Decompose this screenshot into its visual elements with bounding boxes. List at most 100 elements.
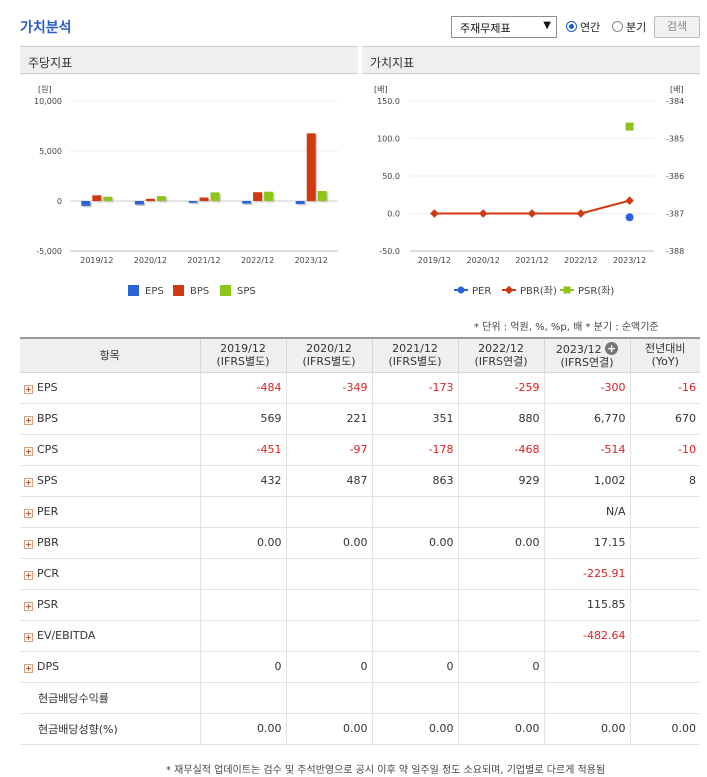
statement-type-value: 주재무제표 (460, 22, 511, 35)
value-chart: [배] [배] 150.0 100.0 50.0 0.0 -50.0 -384 -385 -386… (374, 85, 684, 297)
table-cell: 569 (199, 402, 287, 435)
row-label-cell[interactable]: + PER (20, 495, 201, 528)
row-label-cell[interactable]: + EV/EBITDA (20, 619, 201, 652)
row-label: EV/EBITDA (37, 629, 96, 642)
point-pbr (576, 209, 586, 218)
table-cell (629, 495, 700, 528)
footnote: * 재무실적 업데이트는 검수 및 주석반영으로 공시 이후 약 일주일 정도 … (166, 765, 606, 776)
x-tick-label: 2023/12 (295, 256, 328, 265)
row-label-cell: 현금배당성향(%) (20, 712, 201, 745)
header-col: 2019/12 (IFRS별도) (199, 337, 287, 373)
row-label-cell[interactable]: + DPS (20, 650, 201, 683)
table-cell: 0.00 (285, 712, 373, 745)
point-psr (625, 122, 634, 131)
table-row: + PER N/A (20, 495, 700, 528)
table-row: + PBR 0.00 0.00 0.00 0.00 17.15 (20, 526, 700, 559)
row-label: PSR (37, 598, 59, 611)
table-cell: 0.00 (629, 712, 700, 745)
bar-bps (92, 195, 102, 201)
table-cell (543, 650, 631, 683)
table-cell (199, 495, 287, 528)
table-cell: 0.00 (371, 526, 459, 559)
legend-label: PSR(좌) (578, 285, 614, 297)
table-cell (543, 681, 631, 714)
table-row: + CPS -451 -97 -178 -468 -514 -10 (20, 433, 700, 466)
table-cell: 0 (199, 650, 287, 683)
row-label-cell[interactable]: + EPS (20, 371, 201, 404)
expand-plus-icon[interactable]: + (24, 633, 33, 642)
table-cell: -259 (457, 371, 545, 404)
row-label-cell[interactable]: + PBR (20, 526, 201, 559)
y-tick-label-right: -386 (666, 172, 684, 181)
y-tick-label-right: -384 (666, 97, 684, 106)
table-cell: 221 (285, 402, 373, 435)
expand-plus-icon[interactable]: + (24, 602, 33, 611)
table-row: + PCR -225.91 (20, 557, 700, 590)
header-col: 2022/12 (IFRS연결) (457, 337, 545, 373)
value-panel: 가치지표 [배] [배] 150.0 100.0 50.0 0.0 -50.0 -384 -38… (362, 46, 700, 304)
row-label-cell[interactable]: + SPS (20, 464, 201, 497)
expand-plus-icon[interactable]: + (24, 664, 33, 673)
header-col: 2023/12 + (IFRS연결) (543, 337, 631, 373)
legend-marker (504, 285, 514, 295)
table-cell: 0 (285, 650, 373, 683)
table-cell: 8 (629, 464, 700, 497)
table-cell (629, 681, 700, 714)
table-cell (371, 588, 459, 621)
table-cell: -178 (371, 433, 459, 466)
header-col: 2020/12 (IFRS별도) (285, 337, 373, 373)
table-row: + DPS 0 0 0 0 (20, 650, 700, 683)
table-row: + PSR 115.85 (20, 588, 700, 621)
table-cell (285, 557, 373, 590)
expand-plus-icon[interactable]: + (24, 478, 33, 487)
expand-plus-icon[interactable]: + (24, 416, 33, 425)
expand-plus-icon[interactable]: + (24, 540, 33, 549)
row-label-cell[interactable]: + CPS (20, 433, 201, 466)
table-cell: 351 (371, 402, 459, 435)
page-title: 가치분석 (20, 20, 72, 36)
table-cell: 0 (457, 650, 545, 683)
row-label-cell[interactable]: + BPS (20, 402, 201, 435)
search-button[interactable]: 검색 (654, 16, 700, 38)
header-col-yoy: 전년대비 (YoY) (629, 337, 700, 373)
add-column-icon[interactable]: + (605, 341, 619, 355)
table-row: + EV/EBITDA -482.64 (20, 619, 700, 652)
table-cell: -451 (199, 433, 287, 466)
table-cell: -514 (543, 433, 631, 466)
y-tick-label: -5,000 (36, 247, 62, 256)
table-cell (199, 619, 287, 652)
table-cell: -97 (285, 433, 373, 466)
expand-plus-icon[interactable]: + (24, 385, 33, 394)
units-note: * 단위 : 억원, %, %p, 배 * 분기 : 순액기준 (474, 322, 659, 333)
table-cell: -484 (199, 371, 287, 404)
table-cell: 17.15 (543, 526, 631, 559)
row-label: BPS (37, 412, 59, 425)
table-row: 현금배당성향(%) 0.00 0.00 0.00 0.00 0.00 0.00 (20, 712, 700, 745)
bar-eps (134, 201, 144, 205)
radio-annual[interactable]: 연간 (566, 19, 600, 35)
table-cell: 115.85 (543, 588, 631, 621)
legend-marker (563, 286, 571, 294)
row-label: CPS (37, 443, 59, 456)
table-cell (371, 557, 459, 590)
statement-type-select[interactable]: 주재무제표 ▼ (451, 16, 557, 38)
table-cell: 1,002 (543, 464, 631, 497)
expand-plus-icon[interactable]: + (24, 509, 33, 518)
radio-quarter-label: 분기 (626, 21, 647, 34)
y-tick-label-left: 100.0 (377, 135, 400, 144)
row-label: SPS (37, 474, 58, 487)
table-cell (457, 495, 545, 528)
row-label-cell[interactable]: + PSR (20, 588, 201, 621)
legend-label: EPS (145, 286, 164, 297)
expand-plus-icon[interactable]: + (24, 447, 33, 456)
table-cell: -10 (629, 433, 700, 466)
expand-plus-icon[interactable]: + (24, 571, 33, 580)
x-tick-label: 2019/12 (418, 256, 451, 265)
radio-quarter[interactable]: 분기 (612, 19, 646, 35)
row-label-cell[interactable]: + PCR (20, 557, 201, 590)
bar-bps (199, 197, 209, 201)
row-label: EPS (37, 381, 58, 394)
row-label-cell: 현금배당수익률 (20, 681, 201, 714)
header-col: 2021/12 (IFRS별도) (371, 337, 459, 373)
y-tick-label-right: -387 (666, 210, 684, 219)
